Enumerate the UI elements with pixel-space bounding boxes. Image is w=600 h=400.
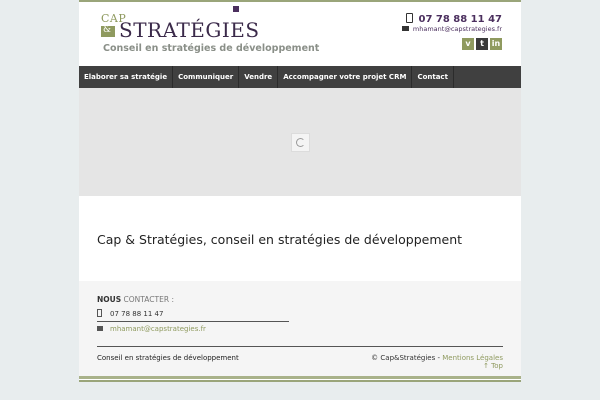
- social-links: v t in: [462, 38, 502, 50]
- page-title: Cap & Stratégies, conseil en stratégies …: [97, 232, 463, 247]
- footer-heading-rest: CONTACTER :: [123, 295, 174, 304]
- copyright-text: © Cap&Stratégies -: [371, 354, 440, 362]
- nav-item-elaborer[interactable]: Elaborer sa stratégie: [79, 66, 174, 88]
- envelope-icon: [401, 26, 409, 31]
- footer-email[interactable]: mhamant@capstrategies.fr: [97, 325, 206, 333]
- mentions-legales-link[interactable]: Mentions Légales: [442, 354, 503, 362]
- header-email[interactable]: mhamant@capstrategies.fr: [401, 25, 502, 33]
- loading-spinner-icon: [291, 133, 310, 152]
- viadeo-icon[interactable]: v: [462, 38, 474, 50]
- footer-email-link[interactable]: mhamant@capstrategies.fr: [110, 325, 206, 333]
- phone-icon: [97, 309, 102, 317]
- page-container: CAP & STRATÉGIES Conseil en stratégies d…: [79, 0, 521, 382]
- spinner-arc: [296, 138, 305, 147]
- footer-copyright: © Cap&Stratégies - Mentions Légales: [371, 354, 503, 362]
- header-phone[interactable]: 07 78 88 11 47: [406, 13, 502, 25]
- twitter-icon[interactable]: t: [476, 38, 488, 50]
- back-to-top-link[interactable]: ↑ Top: [483, 362, 503, 370]
- nav-item-vendre[interactable]: Vendre: [239, 66, 279, 88]
- footer-phone-number: 07 78 88 11 47: [110, 310, 164, 318]
- footer: NOUS CONTACTER : 07 78 88 11 47 mhamant@…: [79, 281, 521, 376]
- bottom-border: [79, 376, 521, 379]
- site-tagline: Conseil en stratégies de développement: [103, 43, 320, 54]
- top-border: [79, 0, 521, 2]
- phone-icon: [406, 13, 414, 23]
- footer-tagline: Conseil en stratégies de développement: [97, 354, 239, 362]
- footer-phone: 07 78 88 11 47: [97, 309, 163, 318]
- footer-heading-strong: NOUS: [97, 295, 122, 304]
- nav-item-crm[interactable]: Accompagner votre projet CRM: [278, 66, 413, 88]
- logo-ampersand: &: [103, 25, 112, 35]
- hero-slider[interactable]: [79, 88, 521, 196]
- logo-square-mark: [233, 6, 239, 12]
- logo-strategies-text: STRATÉGIES: [119, 18, 260, 42]
- nav-item-communiquer[interactable]: Communiquer: [173, 66, 240, 88]
- footer-divider-long: [97, 346, 503, 347]
- header-phone-number: 07 78 88 11 47: [418, 14, 502, 25]
- header-email-address: mhamant@capstrategies.fr: [412, 25, 502, 33]
- linkedin-icon[interactable]: in: [490, 38, 502, 50]
- envelope-icon: [97, 326, 103, 331]
- nav-item-contact[interactable]: Contact: [412, 66, 454, 88]
- footer-contact-heading: NOUS CONTACTER :: [97, 295, 174, 304]
- main-nav: Elaborer sa stratégie Communiquer Vendre…: [79, 66, 521, 88]
- footer-divider-short: [97, 321, 289, 322]
